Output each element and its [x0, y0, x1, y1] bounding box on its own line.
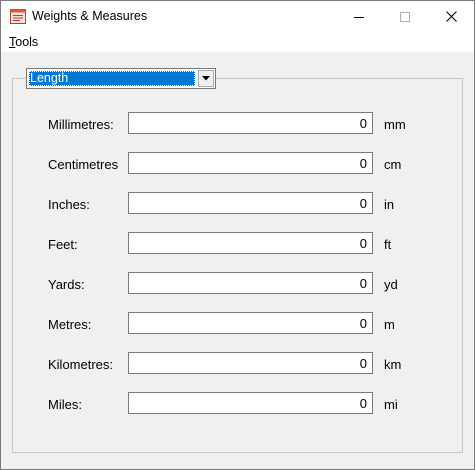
- minimize-icon: [354, 16, 364, 18]
- feet-unit: ft: [384, 237, 392, 252]
- maximize-button[interactable]: [382, 1, 428, 32]
- app-icon: [10, 9, 26, 24]
- inches-label: Inches:: [48, 197, 90, 212]
- millimetres-unit: mm: [384, 117, 406, 132]
- menu-tools[interactable]: Tools: [9, 35, 38, 49]
- kilometres-input[interactable]: [128, 352, 373, 374]
- category-select-arrow[interactable]: [198, 70, 214, 87]
- kilometres-label: Kilometres:: [48, 357, 114, 372]
- miles-label: Miles:: [48, 397, 82, 412]
- metres-unit: m: [384, 317, 395, 332]
- millimetres-input[interactable]: [128, 112, 373, 134]
- millimetres-label: Millimetres:: [48, 117, 114, 132]
- centimetres-input[interactable]: [128, 152, 373, 174]
- yards-unit: yd: [384, 277, 398, 292]
- minimize-button[interactable]: [336, 1, 382, 32]
- inches-input[interactable]: [128, 192, 373, 214]
- miles-input[interactable]: [128, 392, 373, 414]
- title-bar[interactable]: Weights & Measures: [1, 1, 474, 32]
- centimetres-label: Centimetres: [48, 157, 119, 172]
- close-button[interactable]: [428, 1, 474, 32]
- miles-unit: mi: [384, 397, 398, 412]
- category-select-value: Length: [29, 71, 195, 86]
- feet-label: Feet:: [48, 237, 78, 252]
- chevron-down-icon: [202, 76, 210, 81]
- app-window: Weights & Measures Tools Length Millimet…: [0, 0, 475, 470]
- metres-input[interactable]: [128, 312, 373, 334]
- feet-input[interactable]: [128, 232, 373, 254]
- inches-unit: in: [384, 197, 395, 212]
- maximize-icon: [400, 11, 410, 22]
- close-icon: [445, 11, 457, 22]
- yards-label: Yards:: [48, 277, 85, 292]
- menu-bar: Tools: [1, 32, 474, 52]
- yards-input[interactable]: [128, 272, 373, 294]
- menu-tools-label: ools: [15, 35, 39, 49]
- centimetres-unit: cm: [384, 157, 402, 172]
- kilometres-unit: km: [384, 357, 402, 372]
- window-title: Weights & Measures: [32, 9, 148, 23]
- metres-label: Metres:: [48, 317, 92, 332]
- category-select[interactable]: Length: [26, 68, 216, 89]
